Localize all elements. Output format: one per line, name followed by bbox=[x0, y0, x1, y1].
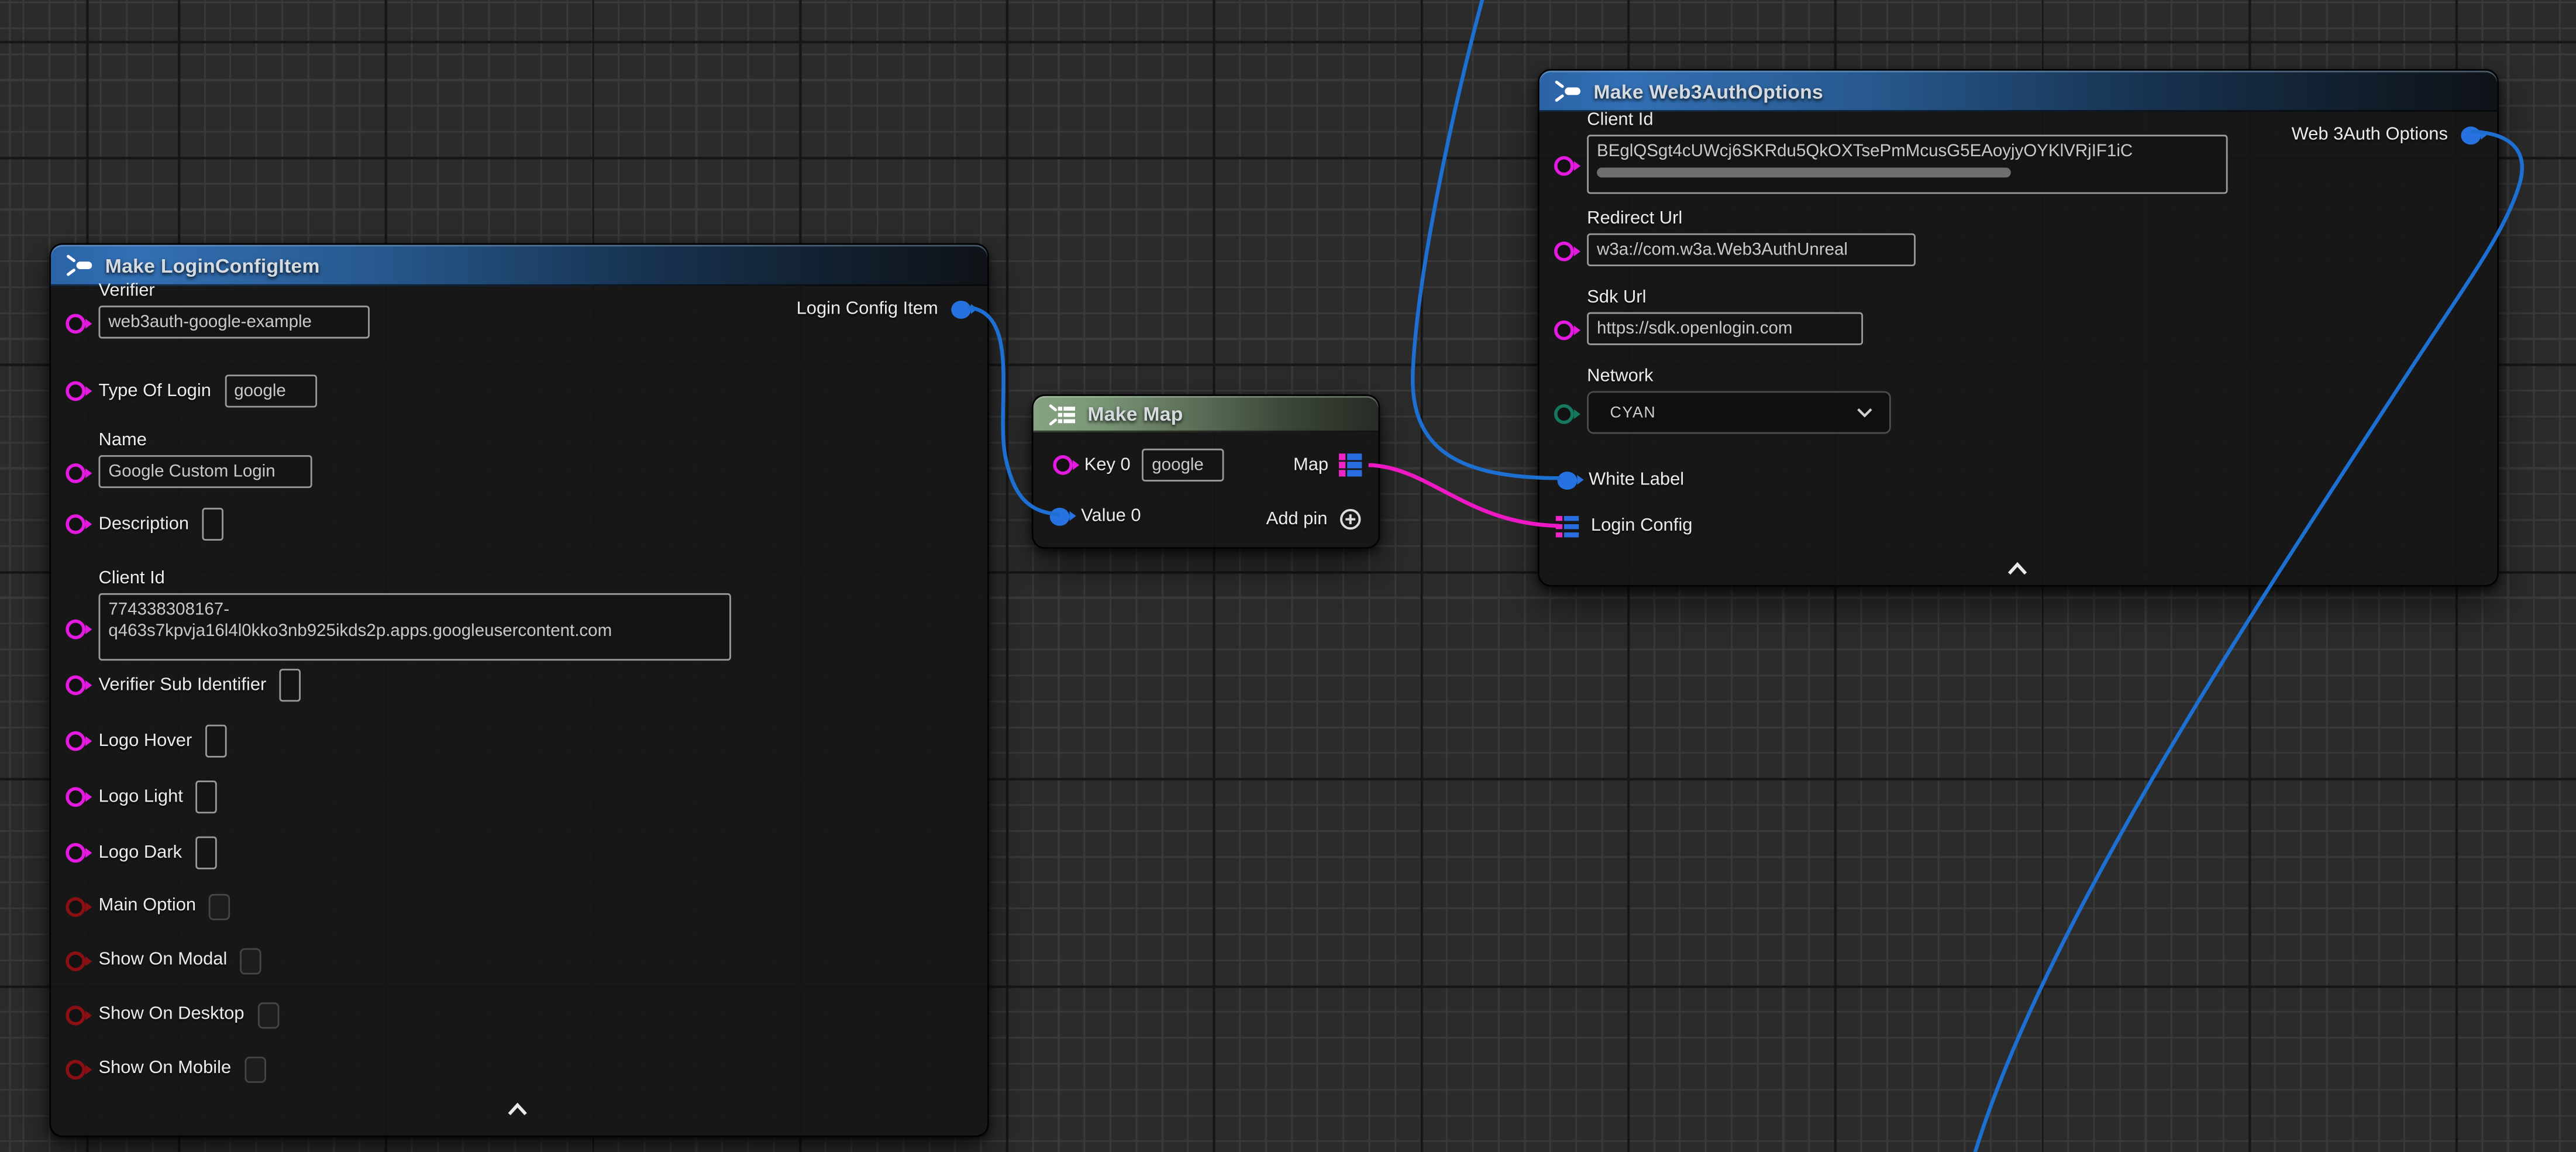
description-input[interactable] bbox=[202, 508, 224, 541]
input-pin-client-id[interactable] bbox=[1554, 156, 1574, 176]
input-pin-redirect-url[interactable] bbox=[1554, 242, 1574, 262]
wire-map-to-loginconfig[interactable] bbox=[1369, 465, 1559, 526]
input-pin-show-on-desktop[interactable] bbox=[66, 1005, 85, 1025]
node-header[interactable]: Make Web3AuthOptions bbox=[1540, 71, 2497, 112]
key-0-input[interactable]: google bbox=[1142, 449, 1224, 482]
name-input[interactable]: Google Custom Login bbox=[99, 455, 312, 488]
node-title: Make LoginConfigItem bbox=[105, 254, 320, 277]
node-header[interactable]: Make LoginConfigItem bbox=[51, 245, 987, 286]
node-make-web3authoptions[interactable]: Make Web3AuthOptions Web 3Auth Options C… bbox=[1538, 69, 2499, 587]
chevron-down-icon bbox=[1857, 408, 1873, 418]
output-pin-login-config-item[interactable] bbox=[951, 300, 971, 318]
input-pin-main-option[interactable] bbox=[66, 896, 85, 916]
type-of-login-input[interactable]: google bbox=[224, 374, 316, 407]
main-option-checkbox[interactable] bbox=[209, 893, 231, 920]
blueprint-canvas[interactable]: Make LoginConfigItem Login Config Item V… bbox=[0, 0, 2576, 1152]
input-pin-show-on-mobile[interactable] bbox=[66, 1059, 85, 1079]
output-pin-web3auth-options[interactable] bbox=[2461, 126, 2481, 144]
network-dropdown[interactable]: CYAN bbox=[1587, 391, 1891, 434]
sdk-url-input[interactable]: https://sdk.openlogin.com bbox=[1587, 312, 1863, 345]
redirect-url-input[interactable]: w3a://com.w3a.Web3AuthUnreal bbox=[1587, 233, 1916, 266]
make-map-icon bbox=[1048, 404, 1076, 425]
node-header[interactable]: Make Map bbox=[1034, 396, 1379, 432]
collapse-node-chevron-icon[interactable] bbox=[2006, 562, 2029, 575]
input-pin-logo-hover[interactable] bbox=[66, 731, 85, 751]
input-pin-name[interactable] bbox=[66, 463, 85, 483]
output-login-config-item: Login Config Item bbox=[797, 296, 971, 322]
input-pin-show-on-modal[interactable] bbox=[66, 951, 85, 971]
input-pin-value-0[interactable] bbox=[1050, 507, 1070, 525]
show-on-desktop-checkbox[interactable] bbox=[257, 1002, 279, 1028]
logo-light-input[interactable] bbox=[196, 780, 218, 813]
input-pin-logo-light[interactable] bbox=[66, 787, 85, 807]
collapse-node-chevron-icon[interactable] bbox=[506, 1103, 529, 1116]
node-title: Make Web3AuthOptions bbox=[1593, 80, 1823, 102]
input-pin-verifier[interactable] bbox=[66, 314, 85, 333]
logo-dark-input[interactable] bbox=[195, 837, 217, 869]
client-id-input[interactable]: 774338308167-q463s7kpvja16l4l0kko3nb925i… bbox=[99, 593, 731, 661]
client-id-input[interactable]: BEglQSgt4cUWcj6SKRdu5QkOXTsePmMcusG5EAoy… bbox=[1587, 135, 2227, 194]
verifier-input[interactable]: web3auth-google-example bbox=[99, 305, 370, 338]
input-pin-network[interactable] bbox=[1554, 404, 1574, 424]
add-pin-button[interactable]: Add pin bbox=[1266, 508, 1362, 531]
input-pin-sdk-url[interactable] bbox=[1554, 321, 1574, 341]
add-pin-plus-icon bbox=[1339, 508, 1362, 531]
show-on-modal-checkbox[interactable] bbox=[240, 947, 262, 974]
input-pin-type-of-login[interactable] bbox=[66, 381, 85, 401]
input-pin-client-id[interactable] bbox=[66, 620, 85, 639]
logo-hover-input[interactable] bbox=[205, 725, 227, 758]
field-horizontal-scrollbar[interactable] bbox=[1597, 167, 2011, 177]
input-pin-login-config[interactable] bbox=[1556, 515, 1579, 538]
make-struct-icon bbox=[1554, 81, 1582, 102]
show-on-mobile-checkbox[interactable] bbox=[244, 1056, 266, 1082]
output-pin-map[interactable] bbox=[1338, 454, 1362, 476]
input-pin-logo-dark[interactable] bbox=[66, 843, 85, 863]
node-title: Make Map bbox=[1087, 403, 1183, 425]
input-pin-key-0[interactable] bbox=[1053, 455, 1073, 475]
node-make-loginconfigitem[interactable]: Make LoginConfigItem Login Config Item V… bbox=[49, 243, 989, 1137]
input-pin-description[interactable] bbox=[66, 514, 85, 534]
input-pin-verifier-sub-identifier[interactable] bbox=[66, 675, 85, 695]
verifier-sub-identifier-input[interactable] bbox=[280, 669, 301, 701]
node-make-map[interactable]: Make Map Key 0 google Map Value 0 Add pi… bbox=[1032, 394, 1380, 549]
make-struct-icon bbox=[66, 255, 94, 276]
input-pin-white-label[interactable] bbox=[1558, 471, 1578, 489]
